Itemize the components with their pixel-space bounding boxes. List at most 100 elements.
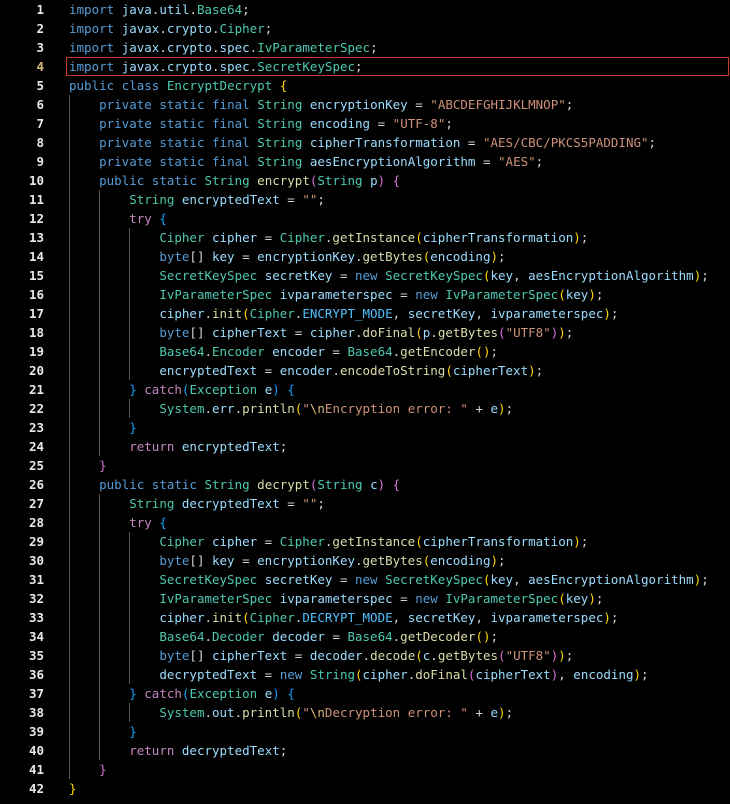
code-line[interactable]: 9 private static final String aesEncrypt… (0, 152, 730, 171)
code-line[interactable]: 18 byte[] cipherText = cipher.doFinal(p.… (0, 323, 730, 342)
code-text[interactable]: } (69, 456, 107, 475)
code-line[interactable]: 20 encryptedText = encoder.encodeToStrin… (0, 361, 730, 380)
code-line[interactable]: 12 try { (0, 209, 730, 228)
code-line[interactable]: 30 byte[] key = encryptionKey.getBytes(e… (0, 551, 730, 570)
code-text[interactable]: return decryptedText; (69, 741, 287, 760)
code-text[interactable]: byte[] key = encryptionKey.getBytes(enco… (69, 247, 505, 266)
code-line[interactable]: 27 String decryptedText = ""; (0, 494, 730, 513)
code-text[interactable]: cipher.init(Cipher.DECRYPT_MODE, secretK… (69, 608, 618, 627)
code-token: String (257, 154, 303, 169)
code-text[interactable]: System.err.println("\nEncryption error: … (69, 399, 513, 418)
code-line[interactable]: 33 cipher.init(Cipher.DECRYPT_MODE, secr… (0, 608, 730, 627)
code-line[interactable]: 21 } catch(Exception e) { (0, 380, 730, 399)
code-line[interactable]: 32 IvParameterSpec ivparameterspec = new… (0, 589, 730, 608)
code-token: Decryption error: " (324, 705, 468, 720)
code-text[interactable]: import javax.crypto.spec.IvParameterSpec… (69, 38, 378, 57)
code-line[interactable]: 19 Base64.Encoder encoder = Base64.getEn… (0, 342, 730, 361)
code-text[interactable]: public static String decrypt(String c) { (69, 475, 400, 494)
code-text[interactable]: cipher.init(Cipher.ENCRYPT_MODE, secretK… (69, 304, 618, 323)
code-token: cipher (212, 230, 258, 245)
code-text[interactable]: Base64.Encoder encoder = Base64.getEncod… (69, 342, 498, 361)
code-text[interactable]: encryptedText = encoder.encodeToString(c… (69, 361, 543, 380)
code-line[interactable]: 31 SecretKeySpec secretKey = new SecretK… (0, 570, 730, 589)
code-text[interactable]: } (69, 418, 137, 437)
code-line[interactable]: 4 import javax.crypto.spec.SecretKeySpec; (0, 57, 730, 76)
code-text[interactable]: Cipher cipher = Cipher.getInstance(ciphe… (69, 228, 588, 247)
code-line[interactable]: 5 public class EncryptDecrypt { (0, 76, 730, 95)
code-token: getBytes (362, 249, 423, 264)
line-number: 27 (28, 496, 44, 511)
code-line[interactable]: 11 String encryptedText = ""; (0, 190, 730, 209)
code-text[interactable]: import javax.crypto.spec.SecretKeySpec; (69, 57, 363, 76)
code-text[interactable]: try { (69, 513, 167, 532)
code-line[interactable]: 13 Cipher cipher = Cipher.getInstance(ci… (0, 228, 730, 247)
code-line[interactable]: 3 import javax.crypto.spec.IvParameterSpe… (0, 38, 730, 57)
code-text[interactable]: } (69, 722, 137, 741)
code-line[interactable]: 24 return encryptedText; (0, 437, 730, 456)
code-text[interactable]: } catch(Exception e) { (69, 684, 295, 703)
code-text[interactable]: import java.util.Base64; (69, 0, 250, 19)
code-text[interactable]: try { (69, 209, 167, 228)
code-line[interactable]: 42} (0, 779, 730, 798)
code-text[interactable]: byte[] key = encryptionKey.getBytes(enco… (69, 551, 505, 570)
code-token: ) (498, 401, 506, 416)
code-line[interactable]: 35 byte[] cipherText = decoder.decode(c.… (0, 646, 730, 665)
code-token: ) (377, 173, 386, 188)
code-text[interactable]: String decryptedText = ""; (69, 494, 325, 513)
code-line[interactable]: 16 IvParameterSpec ivparameterspec = new… (0, 285, 730, 304)
code-line[interactable]: 34 Base64.Decoder decoder = Base64.getDe… (0, 627, 730, 646)
code-text[interactable]: import javax.crypto.Cipher; (69, 19, 272, 38)
code-editor[interactable]: 1 import java.util.Base64; 2 import javax.c… (0, 0, 730, 804)
code-text[interactable]: Cipher cipher = Cipher.getInstance(ciphe… (69, 532, 588, 551)
code-line[interactable]: 41 } (0, 760, 730, 779)
code-text[interactable]: String encryptedText = ""; (69, 190, 325, 209)
code-line[interactable]: 26 public static String decrypt(String c… (0, 475, 730, 494)
code-line[interactable]: 40 return decryptedText; (0, 741, 730, 760)
code-token: , (475, 306, 491, 321)
code-text[interactable]: private static final String encryptionKe… (69, 95, 573, 114)
code-text[interactable]: byte[] cipherText = decoder.decode(c.get… (69, 646, 573, 665)
code-text[interactable]: private static final String encoding = "… (69, 114, 453, 133)
code-line[interactable]: 2 import javax.crypto.Cipher; (0, 19, 730, 38)
code-line[interactable]: 8 private static final String cipherTran… (0, 133, 730, 152)
code-line[interactable]: 1 import java.util.Base64; (0, 0, 730, 19)
code-line[interactable]: 15 SecretKeySpec secretKey = new SecretK… (0, 266, 730, 285)
code-text[interactable]: SecretKeySpec secretKey = new SecretKeyS… (69, 570, 708, 589)
code-line[interactable]: 37 } catch(Exception e) { (0, 684, 730, 703)
code-text[interactable]: SecretKeySpec secretKey = new SecretKeyS… (69, 266, 708, 285)
code-line[interactable]: 38 System.out.println("\nDecryption erro… (0, 703, 730, 722)
code-token: ( (498, 648, 506, 663)
code-text[interactable]: } (69, 779, 77, 798)
code-line[interactable]: 36 decryptedText = new String(cipher.doF… (0, 665, 730, 684)
code-text[interactable]: return encryptedText; (69, 437, 287, 456)
code-line[interactable]: 14 byte[] key = encryptionKey.getBytes(e… (0, 247, 730, 266)
code-token: ) (272, 686, 280, 701)
code-text[interactable]: IvParameterSpec ivparameterspec = new Iv… (69, 589, 603, 608)
code-text[interactable]: private static final String aesEncryptio… (69, 152, 543, 171)
code-token: ; (610, 306, 619, 321)
code-token: = (257, 667, 280, 682)
code-text[interactable]: private static final String cipherTransf… (69, 133, 656, 152)
code-line[interactable]: 39 } (0, 722, 730, 741)
code-line[interactable]: 10 public static String encrypt(String p… (0, 171, 730, 190)
code-text[interactable]: Base64.Decoder decoder = Base64.getDecod… (69, 627, 498, 646)
code-line[interactable]: 6 private static final String encryption… (0, 95, 730, 114)
code-text[interactable]: public class EncryptDecrypt { (69, 76, 287, 95)
code-line[interactable]: 25 } (0, 456, 730, 475)
code-text[interactable]: public static String encrypt(String p) { (69, 171, 400, 190)
code-text[interactable]: IvParameterSpec ivparameterspec = new Iv… (69, 285, 603, 304)
line-number: 17 (28, 306, 44, 321)
code-text[interactable]: byte[] cipherText = cipher.doFinal(p.get… (69, 323, 573, 342)
code-line[interactable]: 7 private static final String encoding =… (0, 114, 730, 133)
code-line[interactable]: 22 System.err.println("\nEncryption erro… (0, 399, 730, 418)
code-line[interactable]: 17 cipher.init(Cipher.ENCRYPT_MODE, secr… (0, 304, 730, 323)
code-line[interactable]: 28 try { (0, 513, 730, 532)
code-text[interactable]: decryptedText = new String(cipher.doFina… (69, 665, 648, 684)
code-text[interactable]: } catch(Exception e) { (69, 380, 295, 399)
code-line[interactable]: 23 } (0, 418, 730, 437)
code-text[interactable]: System.out.println("\nDecryption error: … (69, 703, 513, 722)
code-text[interactable]: } (69, 760, 107, 779)
code-line[interactable]: 29 Cipher cipher = Cipher.getInstance(ci… (0, 532, 730, 551)
